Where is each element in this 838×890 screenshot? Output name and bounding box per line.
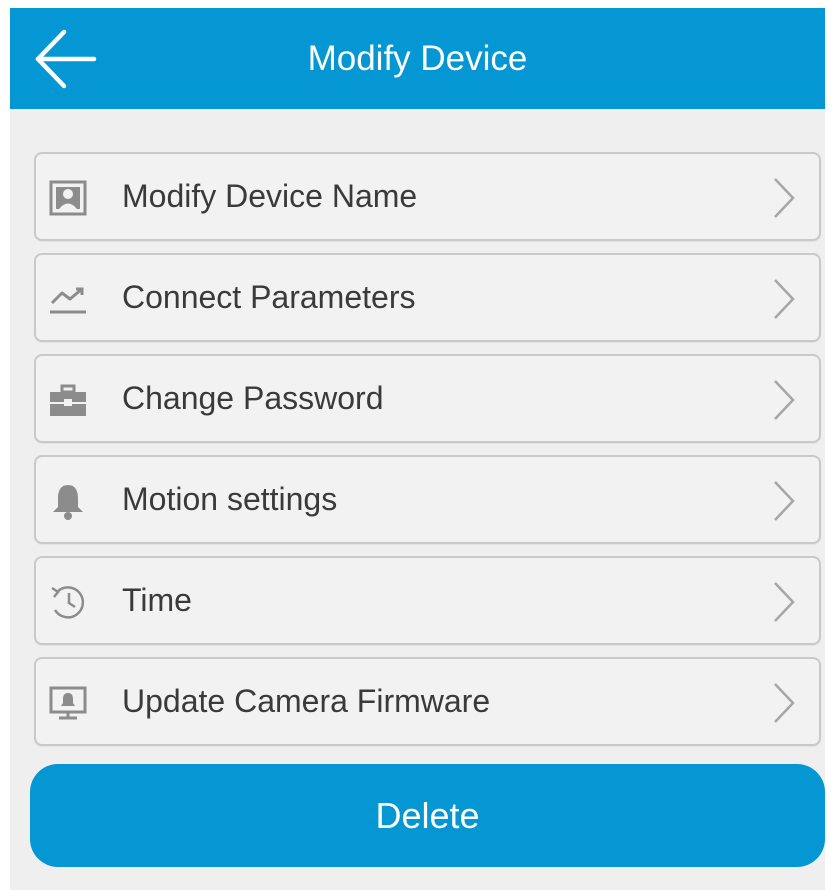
clock-icon: [48, 582, 88, 622]
delete-button[interactable]: Delete: [30, 764, 825, 867]
bell-icon: [48, 481, 88, 521]
monitor-icon: [48, 683, 88, 723]
menu-item-change-password[interactable]: Change Password: [34, 354, 821, 443]
menu-item-modify-device-name[interactable]: Modify Device Name: [34, 152, 821, 241]
trend-chart-icon: [48, 279, 88, 319]
modify-device-screen: Modify Device Modify Device Name Connect…: [10, 8, 825, 890]
page-title: Modify Device: [307, 39, 528, 78]
chevron-right-icon: [773, 682, 795, 724]
arrow-left-icon: [35, 29, 97, 89]
menu-item-label: Motion settings: [122, 481, 338, 517]
menu-item-motion-settings[interactable]: Motion settings: [34, 455, 821, 544]
menu-item-time[interactable]: Time: [34, 556, 821, 645]
settings-menu: Modify Device Name Connect Parameters Ch…: [34, 152, 821, 758]
chevron-right-icon: [773, 177, 795, 219]
chevron-right-icon: [773, 379, 795, 421]
back-button[interactable]: [30, 26, 100, 92]
menu-item-label: Update Camera Firmware: [122, 683, 491, 719]
menu-item-label: Change Password: [122, 380, 384, 416]
chevron-right-icon: [773, 581, 795, 623]
menu-item-connect-parameters[interactable]: Connect Parameters: [34, 253, 821, 342]
briefcase-icon: [48, 380, 88, 420]
menu-item-update-camera-firmware[interactable]: Update Camera Firmware: [34, 657, 821, 746]
menu-item-label: Time: [122, 582, 192, 618]
id-card-icon: [48, 178, 88, 218]
menu-item-label: Connect Parameters: [122, 279, 416, 315]
chevron-right-icon: [773, 480, 795, 522]
menu-item-label: Modify Device Name: [122, 178, 418, 214]
app-header: Modify Device: [10, 8, 825, 109]
chevron-right-icon: [773, 278, 795, 320]
